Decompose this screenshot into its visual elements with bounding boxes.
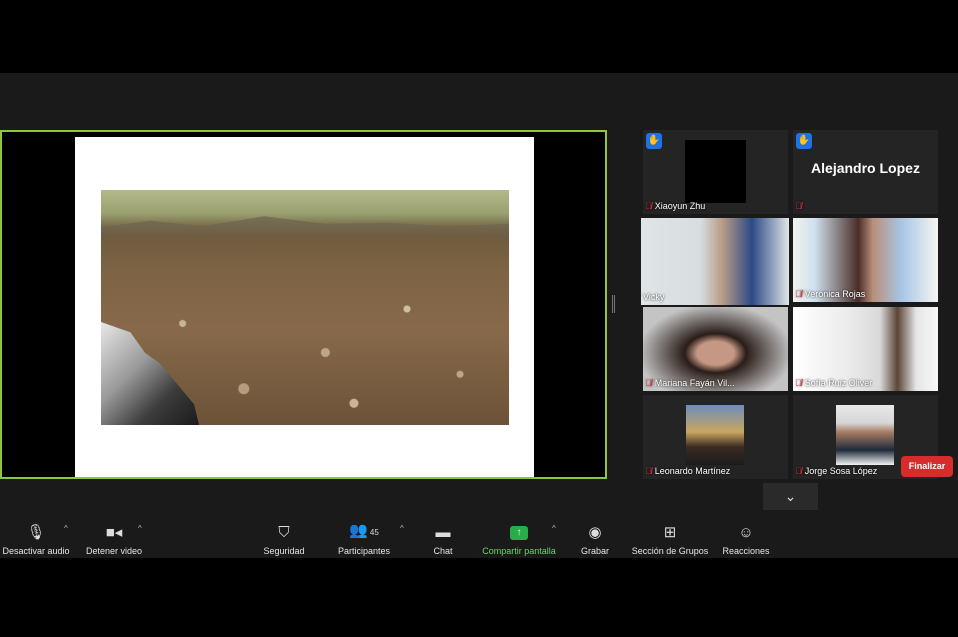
profile-photo — [836, 405, 894, 465]
muted-mic-icon: 🎙̸ — [795, 466, 802, 476]
share-screen-icon: ↑ — [510, 526, 528, 540]
security-button[interactable]: ⛉ Seguridad — [258, 514, 310, 558]
chat-button[interactable]: ▬ Chat — [425, 514, 461, 558]
mute-button[interactable]: 🎙 Desactivar audio — [2, 514, 70, 558]
reactions-button[interactable]: ☺ Reacciones — [721, 514, 771, 558]
raised-hand-icon: ✋ — [646, 133, 662, 149]
participant-name: Xiaoyun Zhu — [654, 201, 706, 211]
gallery-next-page-button[interactable]: ⌄ — [763, 483, 818, 510]
muted-mic-icon: 🎙̸ — [645, 466, 652, 476]
microphone-icon: 🎙 — [26, 524, 46, 541]
presentation-slide — [75, 137, 534, 477]
participants-count: 45 — [369, 528, 379, 537]
participant-display-name: Alejandro Lopez — [811, 160, 920, 176]
audio-options-caret[interactable]: ^ — [64, 524, 68, 533]
emoji-icon: ☺ — [738, 524, 754, 541]
record-icon: ◉ — [588, 524, 602, 541]
participants-options-caret[interactable]: ^ — [400, 524, 404, 533]
participant-name: Sofía Ruiz Oliver — [804, 378, 873, 388]
participant-tile[interactable]: 🎙̸ Verónica Rojas — [793, 218, 938, 302]
share-options-caret[interactable]: ^ — [552, 524, 556, 533]
shield-icon: ⛉ — [278, 524, 290, 541]
profile-photo — [686, 405, 744, 465]
muted-mic-icon: 🎙̸ — [795, 201, 802, 211]
participant-name: Leonardo Martínez — [654, 466, 731, 476]
participant-name: Mariana Fayán Vil... — [654, 378, 735, 388]
shared-screen — [0, 130, 607, 479]
end-meeting-button[interactable]: Finalizar — [901, 456, 953, 477]
muted-mic-icon: 🎙̸ — [645, 201, 652, 211]
participant-name: Vicky — [643, 292, 665, 302]
muted-mic-icon: 🎙̸ — [645, 378, 652, 388]
raised-hand-icon: ✋ — [796, 133, 812, 149]
participant-tile[interactable]: 🎙̸ Mariana Fayán Vil... — [643, 307, 788, 391]
participant-tile[interactable]: 🎙̸ Leonardo Martínez — [643, 395, 788, 479]
breakout-rooms-button[interactable]: ⊞ Sección de Grupos — [630, 514, 710, 558]
participant-tile-active-speaker[interactable]: Vicky — [641, 218, 789, 305]
stop-video-button[interactable]: ■◂ Detener video — [82, 514, 146, 558]
participant-tile[interactable]: ✋ Alejandro Lopez 🎙̸ — [793, 130, 938, 214]
meeting-toolbar: 🎙 Desactivar audio ^ ■◂ Detener video ^ … — [0, 514, 958, 558]
video-options-caret[interactable]: ^ — [138, 524, 142, 533]
participant-name: Verónica Rojas — [804, 289, 866, 299]
split-divider-handle[interactable] — [612, 295, 615, 313]
participants-button[interactable]: 👥 45 Participantes — [334, 514, 394, 558]
participant-tile[interactable]: ✋ 🎙̸ Xiaoyun Zhu — [643, 130, 788, 214]
participant-tile[interactable]: 🎙̸ Sofía Ruiz Oliver — [793, 307, 938, 391]
grid-icon: ⊞ — [663, 524, 677, 541]
record-button[interactable]: ◉ Grabar — [578, 514, 612, 558]
mars-surface-photo — [101, 190, 509, 425]
muted-mic-icon: 🎙̸ — [795, 289, 802, 299]
participant-name: Jorge Sosa López — [804, 466, 878, 476]
chat-bubble-icon: ▬ — [435, 524, 451, 541]
share-screen-button[interactable]: ↑ Compartir pantalla — [478, 514, 560, 558]
participants-icon: 👥 — [349, 522, 368, 539]
video-camera-icon: ■◂ — [105, 524, 123, 541]
chevron-down-icon: ⌄ — [784, 488, 797, 504]
video-off-thumbnail — [685, 140, 746, 203]
muted-mic-icon: 🎙̸ — [795, 378, 802, 388]
meeting-window: ✋ 🎙̸ Xiaoyun Zhu ✋ Alejandro Lopez 🎙̸ Vic… — [0, 73, 958, 558]
